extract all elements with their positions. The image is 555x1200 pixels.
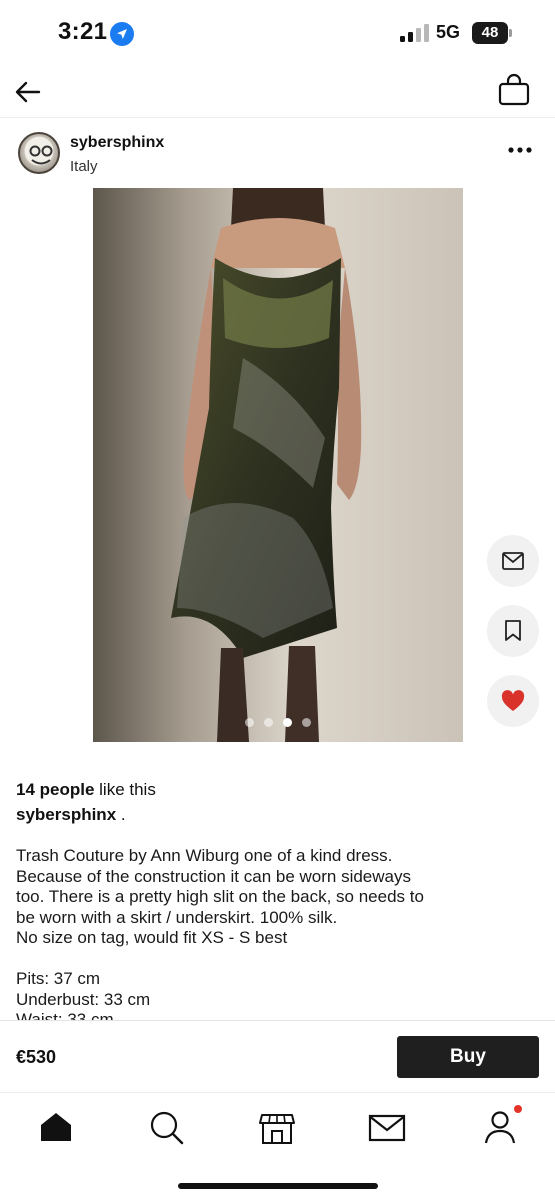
location-arrow-icon xyxy=(110,22,134,46)
pager-dot[interactable] xyxy=(302,718,311,727)
nav-bar xyxy=(0,66,555,118)
measurement-line: Waist: 33 cm xyxy=(16,1010,114,1020)
measurement-line: Underbust: 33 cm xyxy=(16,989,151,1009)
description-paragraph: Trash Couture by Ann Wiburg one of a kin… xyxy=(16,846,536,949)
shopping-bag-icon[interactable] xyxy=(496,72,532,108)
inbox-icon[interactable] xyxy=(367,1107,407,1147)
shop-icon[interactable] xyxy=(257,1107,297,1147)
heart-icon xyxy=(501,690,525,711)
network-type: 5G xyxy=(436,22,461,42)
home-icon[interactable] xyxy=(36,1107,76,1147)
pager-dot[interactable] xyxy=(264,718,273,727)
pager-dot[interactable] xyxy=(245,718,254,727)
listing-description: Trash Couture by Ann Wiburg one of a kin… xyxy=(16,846,536,1020)
seller-header: sybersphinx Italy xyxy=(0,128,555,182)
seller-avatar[interactable] xyxy=(18,132,60,174)
seller-username[interactable]: sybersphinx xyxy=(70,134,164,152)
seller-location: Italy xyxy=(70,158,98,175)
bookmark-icon xyxy=(505,620,521,641)
battery-icon: 48 xyxy=(472,22,512,44)
description-line: too. There is a pretty high slit on the … xyxy=(16,887,424,906)
product-photo[interactable] xyxy=(93,188,463,742)
listing-owner: sybersphinx . xyxy=(16,805,126,825)
description-line: No size on tag, would fit XS - S best xyxy=(16,928,288,947)
buy-button[interactable]: Buy xyxy=(397,1036,539,1078)
message-seller-button[interactable] xyxy=(487,535,539,587)
description-line: be worn with a skirt / underskirt. 100% … xyxy=(16,907,338,927)
measurements-paragraph: Pits: 37 cm Underbust: 33 cm Waist: 33 c… xyxy=(16,969,536,1020)
like-button[interactable] xyxy=(487,675,539,727)
dress-photo-illustration xyxy=(93,188,463,742)
photo-pager[interactable] xyxy=(93,714,463,732)
owner-name[interactable]: sybersphinx xyxy=(16,805,116,824)
back-arrow-icon[interactable] xyxy=(12,76,44,108)
pager-dot-active[interactable] xyxy=(283,718,292,727)
description-line: Trash Couture by Ann Wiburg one of a kin… xyxy=(16,846,393,865)
more-options-icon[interactable] xyxy=(506,140,536,160)
cellular-signal-icon xyxy=(400,24,429,42)
tab-bar xyxy=(0,1092,555,1200)
price: €530 xyxy=(16,1047,57,1067)
likes-count[interactable]: 14 people like this xyxy=(16,780,156,800)
save-button[interactable] xyxy=(487,605,539,657)
status-time: 3:21 xyxy=(58,18,108,45)
owner-suffix: . xyxy=(116,805,126,824)
notification-badge xyxy=(514,1105,522,1113)
description-line: Because of the construction it can be wo… xyxy=(16,866,411,886)
measurement-line: Pits: 37 cm xyxy=(16,969,101,988)
profile-icon[interactable] xyxy=(480,1107,520,1147)
search-icon[interactable] xyxy=(146,1107,186,1147)
home-indicator xyxy=(178,1183,378,1189)
likes-suffix: like this xyxy=(94,780,156,799)
avatar-face-icon xyxy=(29,145,53,165)
purchase-bar: €530 Buy xyxy=(0,1020,555,1092)
battery-level: 48 xyxy=(481,24,499,41)
likes-number: 14 people xyxy=(16,780,95,799)
status-bar: 3:21 5G 48 xyxy=(0,0,555,66)
mail-icon xyxy=(502,552,524,570)
